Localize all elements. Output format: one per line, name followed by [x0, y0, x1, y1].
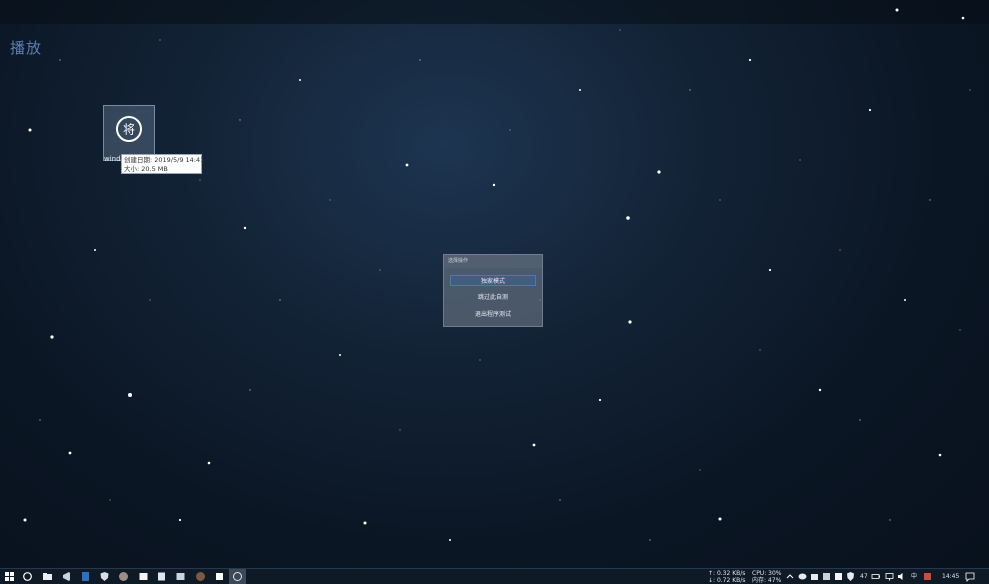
- tooltip-file-size: 大小: 20.5 MB: [124, 164, 168, 173]
- svg-text:将: 将: [123, 123, 135, 137]
- desktop-shortcut-icon[interactable]: 将 windo: [103, 105, 155, 163]
- network-monitor-icon[interactable]: [885, 571, 894, 582]
- stone-app-icon[interactable]: [195, 571, 206, 582]
- ime-indicator[interactable]: 中: [911, 573, 917, 580]
- visual-studio-icon[interactable]: [61, 571, 72, 582]
- wechat-icon[interactable]: [798, 571, 807, 582]
- app-title: 播放: [10, 39, 43, 57]
- battery-icon[interactable]: [871, 571, 881, 582]
- file-info-tooltip: 创建日期: 2019/5/9 14:41 大小: 20.5 MB: [121, 154, 205, 174]
- white-app-icon[interactable]: [214, 571, 225, 582]
- network-upload-speed: ↑: 0.32 KB/s: [708, 570, 746, 577]
- notification-icon[interactable]: [965, 571, 975, 582]
- browser-icon[interactable]: [118, 571, 129, 582]
- memory-usage: 内存: 47%: [752, 577, 782, 584]
- taskbar: ↑: 0.32 KB/s ↓: 0.72 KB/s CPU: 30% 内存: 4…: [0, 568, 989, 584]
- media-app-icon[interactable]: [175, 571, 186, 582]
- network-download-speed: ↓: 0.72 KB/s: [708, 577, 746, 584]
- system-clock[interactable]: 14:45: [942, 573, 959, 580]
- input-method-icon[interactable]: [923, 571, 932, 582]
- tooltip-created-date: 创建日期: 2019/5/9 14:41: [124, 156, 205, 164]
- onedrive-icon[interactable]: [810, 571, 819, 582]
- tray-number: 47: [860, 573, 868, 580]
- vs-code-icon[interactable]: [80, 571, 91, 582]
- shield-app-icon[interactable]: [99, 571, 110, 582]
- windows-start-icon[interactable]: [4, 571, 15, 582]
- volume-icon[interactable]: [897, 571, 906, 582]
- security-icon[interactable]: [822, 571, 831, 582]
- choice-dialog: 选择操作 独家模式 跳过此自测 退出程序测试: [443, 254, 543, 327]
- search-circle-icon[interactable]: [22, 571, 33, 582]
- dialog-option-2[interactable]: 跳过此自测: [450, 292, 536, 303]
- dialog-option-3[interactable]: 退出程序测试: [450, 309, 536, 320]
- dialog-title: 选择操作: [444, 255, 542, 268]
- window-app-icon[interactable]: [138, 571, 149, 582]
- chevron-up-icon[interactable]: [786, 571, 794, 582]
- app-logo-icon: 将: [116, 116, 142, 142]
- notepad-icon[interactable]: [156, 571, 167, 582]
- file-explorer-icon[interactable]: [42, 571, 53, 582]
- shield-tray-icon[interactable]: [846, 571, 855, 582]
- cpu-usage: CPU: 30%: [752, 570, 782, 577]
- dialog-option-1[interactable]: 独家模式: [450, 275, 536, 286]
- active-app-icon[interactable]: [232, 571, 243, 582]
- app-tray-icon[interactable]: [834, 571, 843, 582]
